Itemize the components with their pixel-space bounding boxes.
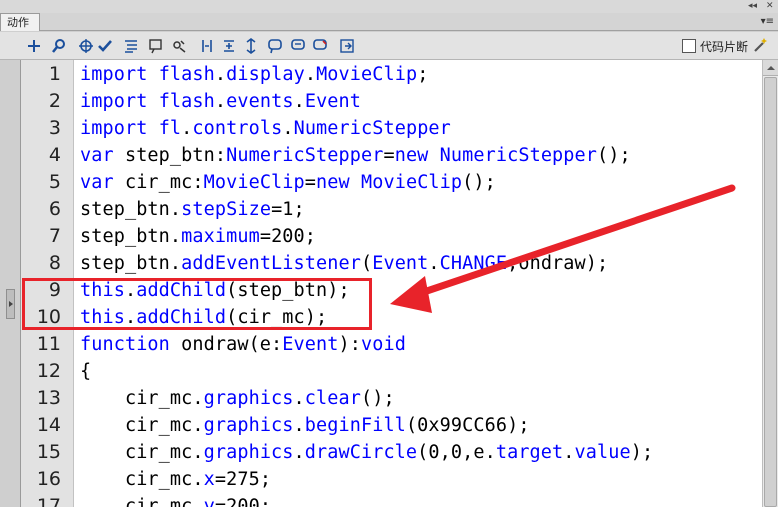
line-number: 17: [36, 495, 61, 507]
code-line[interactable]: 4 var step_btn:NumericStepper=new Numeric…: [21, 142, 762, 169]
code-line[interactable]: 12 {: [21, 358, 762, 385]
code-line[interactable]: 8 step_btn.addEventListener(Event.CHANGE,…: [21, 250, 762, 277]
line-number: 14: [36, 414, 61, 436]
panel-title-bar: ◂◂ ✕: [0, 0, 778, 14]
apply-block-comment-icon[interactable]: [266, 37, 284, 55]
code-hint-icon[interactable]: [147, 37, 165, 55]
collapse-between-braces-icon[interactable]: [198, 37, 216, 55]
code-line[interactable]: 15 cir_mc.graphics.drawCircle(0,0,e.targ…: [21, 439, 762, 466]
scroll-thumb[interactable]: [764, 77, 777, 507]
expand-all-icon[interactable]: [242, 37, 260, 55]
find-icon[interactable]: [50, 37, 68, 55]
code-text: cir_mc.graphics.drawCircle(0,0,e.target.…: [80, 442, 654, 463]
vertical-scrollbar[interactable]: [762, 60, 778, 507]
line-number: 1: [48, 63, 61, 85]
line-number: 2: [48, 90, 61, 112]
check-syntax-icon[interactable]: [96, 37, 114, 55]
remove-comment-icon[interactable]: [311, 37, 329, 55]
code-text: import flash.events.Event: [80, 91, 362, 112]
code-line[interactable]: 16 cir_mc.x=275;: [21, 466, 762, 493]
tab-actions[interactable]: 动作: [0, 13, 40, 31]
collapse-selection-icon[interactable]: [220, 37, 238, 55]
line-number: 13: [36, 387, 61, 409]
actions-toolbar: 代码片断: [0, 32, 778, 60]
code-text: this.addChild(step_btn);: [80, 280, 350, 301]
code-snippets-icon: [681, 39, 696, 53]
scroll-up-arrow[interactable]: [763, 60, 778, 76]
code-text: var step_btn:NumericStepper=new NumericS…: [80, 145, 631, 166]
line-number: 7: [48, 225, 61, 247]
line-number: 10: [36, 306, 61, 328]
code-line[interactable]: 11 function ondraw(e:Event):void: [21, 331, 762, 358]
code-line[interactable]: 9 this.addChild(step_btn);: [21, 277, 762, 304]
line-number: 15: [36, 441, 61, 463]
line-number: 9: [48, 279, 61, 301]
line-number: 8: [48, 252, 61, 274]
code-text: this.addChild(cir_mc);: [80, 307, 328, 328]
code-text: cir_mc.x=275;: [80, 469, 272, 490]
code-line[interactable]: 13 cir_mc.graphics.clear();: [21, 385, 762, 412]
close-icon[interactable]: ✕: [766, 1, 774, 12]
line-number: 6: [48, 198, 61, 220]
line-number: 4: [48, 144, 61, 166]
code-line[interactable]: 5 var cir_mc:MovieClip=new MovieClip();: [21, 169, 762, 196]
line-number: 12: [36, 360, 61, 382]
toolbox-toggle-handle[interactable]: [6, 289, 15, 319]
code-text: cir_mc.y=200;: [80, 496, 272, 507]
code-text: step_btn.maximum=200;: [80, 226, 317, 247]
code-snippets-label: 代码片断: [699, 39, 748, 54]
code-text: step_btn.stepSize=1;: [80, 199, 305, 220]
tab-strip: [0, 13, 778, 31]
code-line[interactable]: 2 import flash.events.Event: [21, 88, 762, 115]
line-number: 16: [36, 468, 61, 490]
debug-options-icon[interactable]: [170, 37, 188, 55]
code-line[interactable]: 3 import fl.controls.NumericStepper: [21, 115, 762, 142]
code-snippets-button[interactable]: 代码片断: [681, 37, 748, 55]
code-line[interactable]: 10 this.addChild(cir_mc);: [21, 304, 762, 331]
line-number: 11: [36, 333, 61, 355]
show-hide-toolbox-icon[interactable]: [338, 37, 356, 55]
code-text: step_btn.addEventListener(Event.CHANGE,o…: [80, 253, 609, 274]
code-line[interactable]: 1 import flash.display.MovieClip;: [21, 61, 762, 88]
code-line[interactable]: 17 cir_mc.y=200;: [21, 493, 762, 507]
code-text: cir_mc.graphics.clear();: [80, 388, 395, 409]
collapse-icon[interactable]: ◂◂: [748, 1, 757, 12]
code-line[interactable]: 6 step_btn.stepSize=1;: [21, 196, 762, 223]
add-script-icon[interactable]: [25, 37, 43, 55]
code-text: {: [80, 361, 92, 382]
line-number: 3: [48, 117, 61, 139]
code-text: cir_mc.graphics.beginFill(0x99CC66);: [80, 415, 530, 436]
line-number: 5: [48, 171, 61, 193]
script-editor[interactable]: 1 import flash.display.MovieClip; 2 import …: [20, 60, 762, 507]
code-text: import fl.controls.NumericStepper: [80, 118, 451, 139]
apply-line-comment-icon[interactable]: [289, 37, 307, 55]
magic-wand-icon[interactable]: [752, 37, 770, 55]
code-text: function ondraw(e:Event):void: [80, 334, 406, 355]
code-line[interactable]: 14 cir_mc.graphics.beginFill(0x99CC66);: [21, 412, 762, 439]
auto-format-icon[interactable]: [122, 37, 140, 55]
code-line[interactable]: 7 step_btn.maximum=200;: [21, 223, 762, 250]
panel-menu-icon[interactable]: ▾≡: [761, 16, 774, 27]
code-text: var cir_mc:MovieClip=new MovieClip();: [80, 172, 496, 193]
code-text: import flash.display.MovieClip;: [80, 64, 429, 85]
target-path-icon[interactable]: [77, 37, 95, 55]
